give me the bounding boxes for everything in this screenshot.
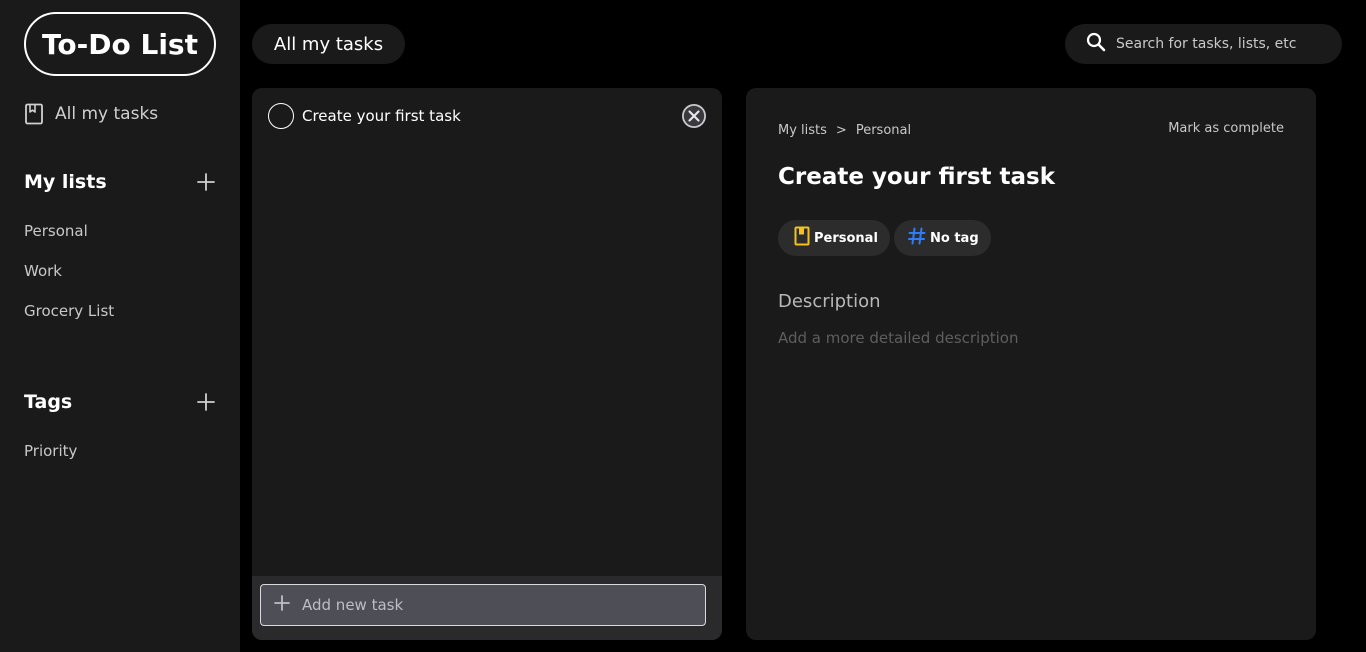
search-input[interactable]: [1116, 36, 1326, 52]
task-checkbox[interactable]: [268, 103, 294, 129]
close-circle-icon[interactable]: [682, 104, 706, 128]
sidebar: To-Do List All my tasks My lists Persona…: [0, 0, 240, 652]
list-chip[interactable]: Personal: [778, 220, 890, 256]
sidebar-item-grocery-list[interactable]: Grocery List: [24, 300, 114, 322]
my-lists-header: My lists: [24, 169, 216, 195]
app-root: To-Do List All my tasks My lists Persona…: [0, 0, 1366, 652]
sidebar-item-priority[interactable]: Priority: [24, 440, 77, 462]
add-task-field: [260, 584, 706, 626]
tag-chip[interactable]: No tag: [894, 220, 991, 256]
notebook-icon: [24, 103, 44, 125]
breadcrumb: My lists > Personal: [778, 121, 911, 139]
sidebar-item-work[interactable]: Work: [24, 260, 62, 282]
breadcrumb-my-lists[interactable]: My lists: [778, 123, 827, 138]
plus-icon: [197, 173, 215, 191]
add-task-input[interactable]: [302, 596, 682, 614]
task-detail-title[interactable]: Create your first task: [778, 164, 1055, 190]
task-title: Create your first task: [302, 107, 461, 125]
add-tag-button[interactable]: [196, 392, 216, 412]
tags-title: Tags: [24, 391, 73, 413]
task-detail-panel: My lists > Personal Mark as complete Cre…: [746, 88, 1316, 640]
my-lists-title: My lists: [24, 171, 107, 193]
search-bar: [1065, 24, 1342, 64]
view-title[interactable]: All my tasks: [252, 24, 405, 64]
breadcrumb-personal[interactable]: Personal: [856, 123, 911, 138]
task-footer: [252, 576, 722, 640]
description-input[interactable]: [778, 329, 1278, 353]
description-label: Description: [778, 291, 881, 312]
plus-icon: [197, 393, 215, 411]
tags-header: Tags: [24, 389, 216, 415]
list-chip-label: Personal: [814, 230, 878, 246]
add-list-button[interactable]: [196, 172, 216, 192]
tag-chip-label: No tag: [930, 230, 979, 246]
plus-icon[interactable]: [274, 595, 290, 615]
notebook-icon: [794, 226, 810, 250]
task-list-panel: Create your first task: [252, 88, 722, 640]
hashtag-icon: [908, 227, 926, 249]
app-logo[interactable]: To-Do List: [24, 12, 216, 76]
task-row[interactable]: Create your first task: [268, 103, 714, 129]
search-icon: [1086, 32, 1106, 56]
sidebar-item-personal[interactable]: Personal: [24, 220, 88, 242]
breadcrumb-separator: >: [835, 122, 847, 138]
sidebar-item-label: All my tasks: [55, 104, 159, 124]
sidebar-item-all-tasks[interactable]: All my tasks: [24, 101, 158, 127]
mark-complete-button[interactable]: Mark as complete: [1168, 121, 1284, 139]
